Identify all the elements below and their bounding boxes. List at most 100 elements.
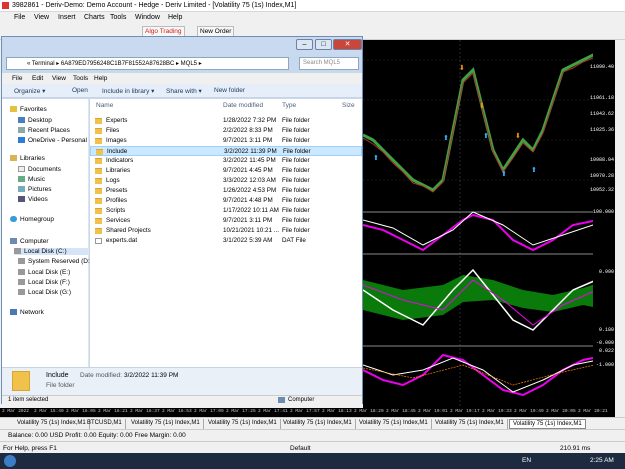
y-tick: 11061.18	[589, 95, 614, 101]
nav-drive-d[interactable]: System Reserved (D:)	[18, 258, 92, 265]
ex-menu-file[interactable]: File	[12, 75, 22, 82]
file-row[interactable]: Indicators 3/2/2022 11:45 PM File folder	[90, 156, 362, 166]
nav-drive-c[interactable]: Local Disk (C:)	[14, 248, 88, 255]
file-name: Scripts	[106, 207, 126, 214]
nav-libraries[interactable]: Libraries	[10, 155, 45, 162]
candles	[362, 50, 609, 193]
col-type[interactable]: Type	[282, 102, 296, 109]
videos-icon	[18, 196, 25, 203]
chart-tab[interactable]: Volatility 75 (1s) Index,M1	[205, 419, 281, 429]
details-name: Include	[46, 372, 69, 379]
organize-button[interactable]: Organize ▾	[14, 87, 45, 95]
recent-places-icon	[18, 127, 25, 134]
nav-drive-f[interactable]: Local Disk (F:)	[18, 279, 70, 286]
share-with-button[interactable]: Share with ▾	[166, 87, 202, 95]
nav-desktop[interactable]: Desktop	[18, 117, 52, 124]
file-row[interactable]: Images 9/7/2021 3:11 PM File folder	[90, 136, 362, 146]
menu-charts[interactable]: Charts	[84, 14, 105, 21]
file-row[interactable]: Profiles 9/7/2021 4:48 PM File folder	[90, 196, 362, 206]
nav-onedrive[interactable]: OneDrive - Personal	[18, 137, 87, 144]
nav-favorites[interactable]: Favorites	[10, 106, 47, 113]
folder-icon	[95, 158, 102, 164]
open-button[interactable]: Open	[72, 87, 88, 94]
ex-menu-help[interactable]: Help	[94, 75, 107, 82]
nav-music[interactable]: Music	[18, 176, 45, 183]
file-list: Name Date modified Type Size Experts 1/28…	[90, 99, 362, 367]
chart-tab[interactable]: Volatility 75 (1s) Index,M1	[128, 419, 204, 429]
file-date: 10/21/2021 10:21 ...	[223, 227, 280, 234]
nav-documents-label: Documents	[28, 166, 61, 173]
search-input[interactable]: Search MQL5	[299, 57, 359, 70]
file-row[interactable]: Scripts 1/17/2022 10:11 AM File folder	[90, 206, 362, 216]
file-date: 3/3/2022 12:03 AM	[223, 177, 276, 184]
price-axis: 11090.40 11061.18 11043.62 11025.36 1098…	[589, 40, 615, 408]
explorer-window[interactable]: – □ ✕ « Terminal ▸ 6A879ED7956248C1B7F81…	[1, 36, 363, 405]
x-tick: 2 Mar 17:57	[290, 409, 320, 414]
file-row[interactable]: Shared Projects 10/21/2021 10:21 ... File …	[90, 226, 362, 236]
library-icon	[10, 155, 17, 162]
file-type: File folder	[282, 167, 310, 174]
file-row[interactable]: Libraries 9/7/2021 4:45 PM File folder	[90, 166, 362, 176]
file-row[interactable]: experts.dat 3/1/2022 5:39 AM DAT File	[90, 236, 362, 246]
nav-drive-c-label: Local Disk (C:)	[24, 248, 67, 255]
chart-tab[interactable]: Volatility 75 (1s) Index,M1	[280, 419, 356, 429]
file-row[interactable]: Files 2/2/2022 8:33 PM File folder	[90, 126, 362, 136]
ex-menu-tools[interactable]: Tools	[73, 75, 88, 82]
nav-music-label: Music	[28, 176, 45, 183]
price-chart[interactable]: ⬇ ⬇ ⬇ ⬆ ⬆ ⬆ ⬆ ⬆	[362, 40, 609, 408]
nav-documents[interactable]: Documents	[18, 166, 61, 173]
chart-tab[interactable]: BTCUSD,M1	[84, 419, 126, 429]
nav-computer[interactable]: Computer	[10, 238, 49, 245]
col-size[interactable]: Size	[342, 102, 355, 109]
menu-view[interactable]: View	[34, 14, 49, 21]
language-indicator[interactable]: EN	[522, 457, 531, 464]
x-tick: 2 Mar 16:53	[162, 409, 192, 414]
minimize-button[interactable]: –	[296, 39, 313, 50]
windows-taskbar: EN 2:25 AM	[0, 453, 625, 469]
nav-recent-label: Recent Places	[28, 127, 70, 134]
documents-icon	[18, 166, 25, 173]
file-row[interactable]: Presets 1/26/2022 4:53 PM File folder	[90, 186, 362, 196]
close-button[interactable]: ✕	[333, 39, 362, 50]
nav-pictures[interactable]: Pictures	[18, 186, 51, 193]
col-date[interactable]: Date modified	[223, 102, 263, 109]
nav-drive-g-label: Local Disk (G:)	[28, 289, 71, 296]
clock[interactable]: 2:25 AM	[590, 457, 614, 464]
y-tick: 11043.62	[589, 111, 614, 117]
file-row[interactable]: Services 9/7/2021 3:11 PM File folder	[90, 216, 362, 226]
file-row-selected[interactable]: Include 3/2/2022 11:39 PM File folder	[90, 146, 362, 156]
file-date: 3/1/2022 5:39 AM	[223, 237, 273, 244]
chart-tab[interactable]: Volatility 75 (1s) Index,M1	[356, 419, 432, 429]
chart-tab-active[interactable]: Volatility 75 (1s) Index,M1	[509, 419, 586, 429]
nav-network[interactable]: Network	[10, 309, 44, 316]
file-row[interactable]: Logs 3/3/2022 12:03 AM File folder	[90, 176, 362, 186]
col-name[interactable]: Name	[96, 102, 113, 109]
svg-text:⬆: ⬆	[373, 154, 379, 162]
ex-menu-view[interactable]: View	[52, 75, 66, 82]
nav-desktop-label: Desktop	[28, 117, 52, 124]
menu-insert[interactable]: Insert	[58, 14, 76, 21]
ex-menu-edit[interactable]: Edit	[32, 75, 43, 82]
start-button[interactable]	[4, 455, 16, 467]
maximize-button[interactable]: □	[315, 39, 332, 50]
nav-recent[interactable]: Recent Places	[18, 127, 70, 134]
y-tick: 11090.40	[589, 64, 614, 70]
menu-window[interactable]: Window	[135, 14, 160, 21]
file-row[interactable]: Experts 1/28/2022 7:32 PM File folder	[90, 116, 362, 126]
menu-help[interactable]: Help	[168, 14, 182, 21]
account-bar: Balance: 0.00 USD Profit: 0.00 Equity: 0…	[0, 429, 625, 440]
chart-tab[interactable]: Volatility 75 (1s) Index,M1	[14, 419, 90, 429]
menu-tools[interactable]: Tools	[110, 14, 126, 21]
address-bar[interactable]: « Terminal ▸ 6A879ED7956248C1B7F81552A87…	[6, 57, 289, 70]
svg-text:⬆: ⬆	[501, 170, 507, 178]
chart-tab[interactable]: Volatility 75 (1s) Index,M1	[432, 419, 508, 429]
new-folder-button[interactable]: New folder	[214, 87, 245, 94]
pictures-icon	[18, 186, 25, 193]
nav-homegroup[interactable]: Homegroup	[10, 216, 54, 223]
nav-drive-g[interactable]: Local Disk (G:)	[18, 289, 71, 296]
nav-drive-e[interactable]: Local Disk (E:)	[18, 269, 70, 276]
include-library-button[interactable]: Include in library ▾	[102, 87, 154, 95]
menu-file[interactable]: File	[14, 14, 25, 21]
nav-videos[interactable]: Videos	[18, 196, 48, 203]
explorer-caption[interactable]: – □ ✕	[2, 37, 362, 55]
